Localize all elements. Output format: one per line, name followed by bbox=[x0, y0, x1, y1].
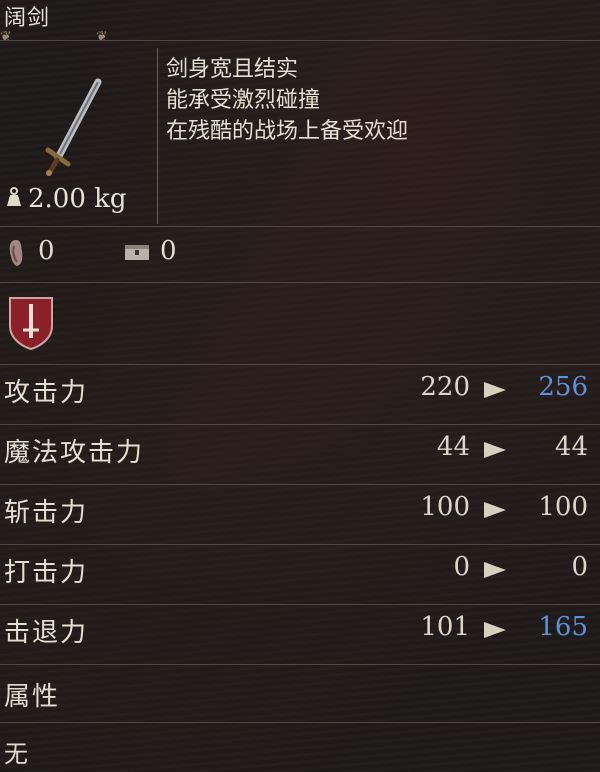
divider bbox=[0, 664, 600, 665]
stat-current-value: 100 bbox=[420, 492, 470, 522]
resource-value: 0 bbox=[160, 236, 177, 266]
hand-print-icon bbox=[9, 240, 23, 266]
resource-value: 0 bbox=[38, 236, 55, 266]
stat-new-value: 165 bbox=[538, 612, 588, 642]
sword-shield-icon bbox=[9, 297, 53, 350]
arrow-right-icon bbox=[484, 622, 506, 638]
stat-row-strike: 打击力 0 0 bbox=[0, 542, 600, 602]
item-image-panel: 2.00 kg bbox=[0, 48, 158, 224]
divider bbox=[0, 282, 600, 283]
stat-current-value: 101 bbox=[420, 612, 470, 642]
stat-row-knockdown: 击退力 101 165 bbox=[0, 602, 600, 662]
arrow-right-icon bbox=[484, 382, 506, 398]
stat-new-value: 256 bbox=[538, 372, 588, 402]
item-weight: 2.00 kg bbox=[28, 184, 127, 214]
stat-label: 击退力 bbox=[4, 618, 89, 648]
attribute-value: 无 bbox=[4, 740, 28, 768]
stat-label: 打击力 bbox=[4, 558, 89, 588]
attribute-label: 属性 bbox=[4, 682, 61, 712]
stat-row-magic-attack: 魔法攻击力 44 44 bbox=[0, 422, 600, 482]
divider bbox=[0, 226, 600, 227]
stat-label: 斩击力 bbox=[4, 498, 89, 528]
stat-current-value: 44 bbox=[436, 432, 470, 462]
arrow-right-icon bbox=[484, 442, 506, 458]
divider bbox=[0, 722, 600, 723]
stat-label: 魔法攻击力 bbox=[4, 438, 145, 468]
stat-new-value: 100 bbox=[538, 492, 588, 522]
arrow-right-icon bbox=[484, 562, 506, 578]
ornament-left: ❦ bbox=[0, 29, 12, 45]
chest-icon bbox=[125, 245, 149, 260]
stat-new-value: 0 bbox=[571, 552, 588, 582]
stat-current-value: 220 bbox=[420, 372, 470, 402]
description-line: 剑身宽且结实 bbox=[166, 57, 299, 82]
description-line: 能承受激烈碰撞 bbox=[166, 88, 321, 113]
stat-label: 攻击力 bbox=[4, 378, 89, 408]
ornament-right: ❦ bbox=[96, 29, 108, 45]
stat-current-value: 0 bbox=[453, 552, 470, 582]
stat-new-value: 44 bbox=[554, 432, 588, 462]
resource-row: 0 0 bbox=[0, 234, 600, 274]
stat-row-slash: 斩击力 100 100 bbox=[0, 482, 600, 542]
arrow-right-icon bbox=[484, 502, 506, 518]
stat-row-attack: 攻击力 220 256 bbox=[0, 362, 600, 422]
broadsword-icon bbox=[45, 78, 102, 176]
title-divider bbox=[0, 40, 600, 41]
panel-divider bbox=[157, 48, 158, 224]
item-description: 剑身宽且结实 能承受激烈碰撞 在残酷的战场上备受欢迎 bbox=[166, 54, 408, 147]
item-title: 阔剑 bbox=[4, 6, 51, 31]
weight-icon bbox=[7, 187, 21, 206]
description-line: 在残酷的战场上备受欢迎 bbox=[166, 119, 409, 144]
